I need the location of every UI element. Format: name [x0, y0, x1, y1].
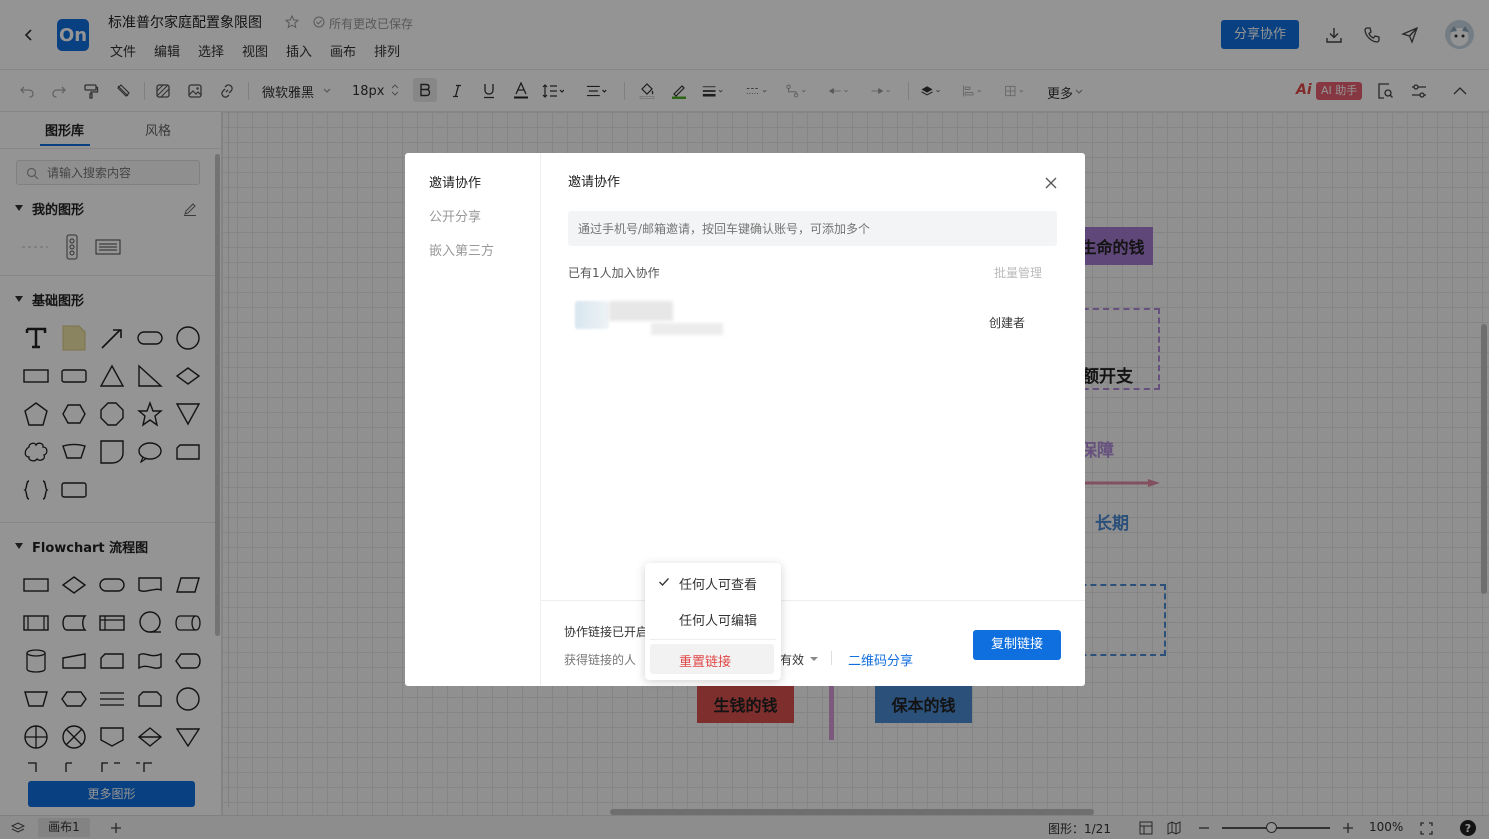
- option-anyone-edit[interactable]: 任何人可编辑: [679, 610, 757, 629]
- dialog-nav: 邀请协作 公开分享 嵌入第三方: [405, 153, 541, 686]
- reset-link-item[interactable]: 重置链接: [650, 644, 774, 674]
- footer-separator: [831, 651, 832, 665]
- dialog-title: 邀请协作: [568, 175, 621, 190]
- permission-dropdown: 任何人可查看 任何人可编辑 重置链接: [645, 563, 781, 680]
- member-name-blurred: [609, 301, 673, 321]
- close-icon[interactable]: [1042, 174, 1060, 192]
- validity-chevron-icon[interactable]: [808, 653, 820, 665]
- nav-embed-third-party[interactable]: 嵌入第三方: [429, 240, 494, 259]
- link-validity[interactable]: 有效: [780, 651, 804, 668]
- dropdown-divider: [650, 639, 776, 640]
- member-avatar-blurred: [575, 301, 609, 329]
- member-row: 创建者: [541, 293, 1085, 343]
- reset-link-label: 重置链接: [679, 655, 732, 670]
- nav-invite-collab[interactable]: 邀请协作: [429, 172, 481, 191]
- link-people-label: 获得链接的人: [564, 653, 637, 667]
- invite-input-box[interactable]: [568, 211, 1057, 246]
- nav-public-share[interactable]: 公开分享: [429, 206, 481, 225]
- invite-input[interactable]: [578, 219, 1048, 238]
- member-email-blurred: [651, 323, 723, 335]
- copy-link-button[interactable]: 复制链接: [973, 630, 1061, 660]
- member-role: 创建者: [989, 316, 1026, 330]
- dialog-footer-divider: [541, 600, 1085, 601]
- members-count: 已有1人加入协作: [568, 266, 660, 280]
- qr-share-link[interactable]: 二维码分享: [848, 650, 913, 669]
- link-status: 协作链接已开启: [564, 625, 646, 639]
- option-anyone-view[interactable]: 任何人可查看: [679, 574, 757, 593]
- check-icon: [657, 575, 671, 589]
- batch-manage-link[interactable]: 批量管理: [994, 264, 1042, 281]
